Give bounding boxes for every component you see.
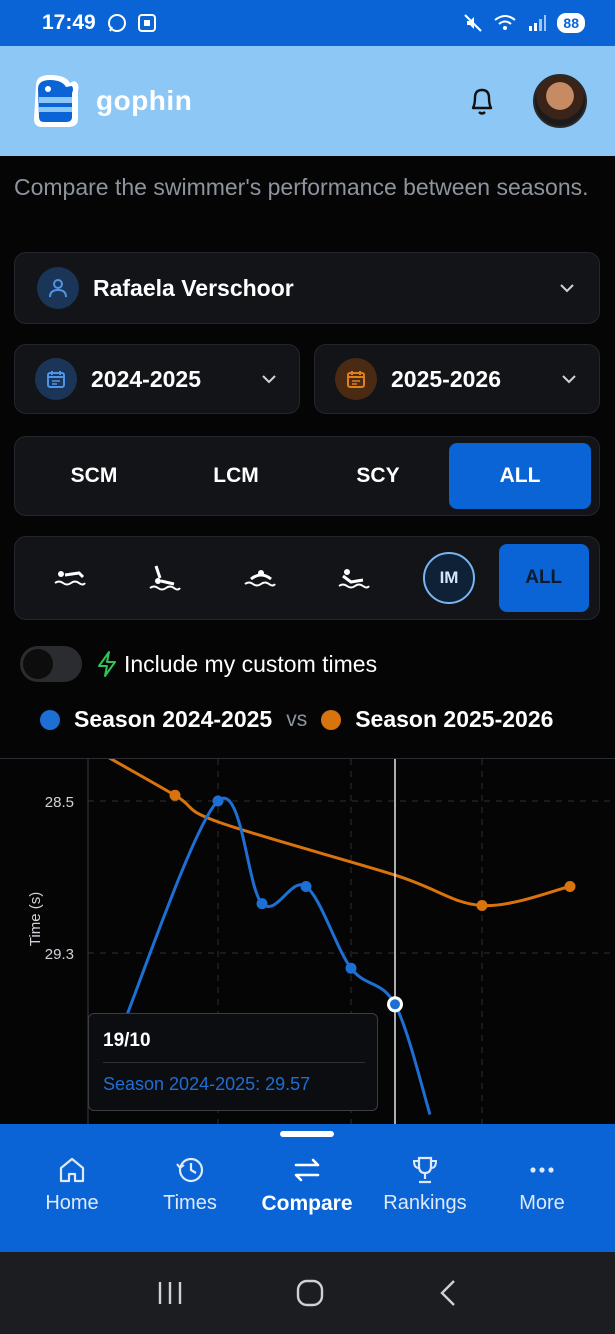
freestyle-filter[interactable] [23,545,118,611]
nav-compare[interactable]: Compare [252,1154,362,1216]
legend-season-b: Season 2025-2026 [355,706,554,732]
stroke-filter: IM ALL [14,536,600,620]
data-point-season-b [564,881,576,892]
y-tick-label: 28.5 [45,794,74,811]
butterfly-icon [338,569,371,589]
custom-times-label: Include my custom times [124,650,378,677]
nav-rankings[interactable]: Rankings [370,1154,480,1215]
chevron-down-icon [562,375,576,384]
im-filter[interactable]: IM [402,545,497,611]
screenshot-icon [137,14,156,32]
legend-dot-season-a [40,709,60,730]
battery-level: 88 [557,13,585,33]
course-tab-lcm[interactable]: LCM [165,443,307,509]
season-a-select[interactable]: 2024-2025 [14,344,300,414]
mute-icon [464,14,483,32]
season-a-label: 2024-2025 [91,365,201,392]
tooltip-value: Season 2024-2025: 29.57 [103,1074,311,1094]
trophy-icon [412,1156,438,1184]
data-point-season-a [256,898,268,910]
course-tab-scm[interactable]: SCM [23,443,165,509]
course-tab-all[interactable]: ALL [449,443,591,509]
data-point-season-a [212,795,224,807]
avatar[interactable] [533,74,587,128]
nav-rankings-label: Rankings [383,1192,467,1214]
backstroke-filter[interactable] [118,545,213,611]
more-icon [530,1167,554,1173]
swimmer-select[interactable]: Rafaela Verschoor [14,252,600,324]
all-strokes-filter[interactable]: ALL [496,544,591,612]
chart-tooltip: 19/10 Season 2024-2025: 29.57 [88,1013,378,1111]
home-icon [59,1157,85,1183]
butterfly-filter[interactable] [307,545,402,611]
breaststroke-filter[interactable] [212,545,307,611]
status-time: 17:49 [42,11,96,34]
signal-icon [529,15,547,31]
nav-home[interactable]: Home [17,1154,127,1215]
brand-name: gophin [96,85,193,116]
nav-compare-label: Compare [261,1192,353,1215]
legend-dot-season-b [321,709,342,730]
calendar-icon [35,358,77,400]
system-nav-bar [0,1252,615,1334]
nav-more-label: More [519,1192,565,1214]
wifi-icon [494,15,517,30]
backstroke-icon [149,565,181,591]
legend-season-a: Season 2024-2025 [74,706,273,732]
season-comparison-chart[interactable]: 28.5 29.3 Time (s) 19/10 Season 2024-2025:… [0,740,615,1124]
compare-content: Compare the swimmer's performance betwee… [0,156,615,1124]
back-icon[interactable] [436,1278,460,1308]
calendar-icon [335,358,377,400]
active-data-point [390,999,400,1010]
app-header: gophin [0,46,615,156]
swimmer-name: Rafaela Verschoor [93,274,294,301]
breaststroke-icon [244,570,276,587]
season-b-select[interactable]: 2025-2026 [314,344,600,414]
page-subtitle: Compare the swimmer's performance betwee… [14,174,589,200]
custom-times-toggle[interactable] [20,646,82,682]
nav-more[interactable]: More [487,1154,597,1215]
course-tab-scy[interactable]: SCY [307,443,449,509]
home-button-icon[interactable] [295,1278,325,1308]
tooltip-date: 19/10 [103,1030,151,1051]
custom-times-toggle-row: Include my custom times [20,646,377,682]
data-point-season-a [300,881,312,892]
course-filter: SCM LCM SCY ALL [14,436,600,516]
history-icon [176,1157,204,1183]
freestyle-icon [54,571,87,586]
swap-icon [294,1158,320,1182]
y-tick-label: 29.3 [45,946,74,963]
whatsapp-icon [107,14,126,32]
recent-apps-icon[interactable] [155,1279,185,1307]
data-point-season-a [345,962,357,974]
status-bar: 17:49 88 [0,0,615,46]
chart-legend: Season 2024-2025 vs Season 2025-2026 [40,706,553,733]
data-point-season-b [476,900,488,911]
bell-icon[interactable] [467,85,497,117]
im-filter-label: IM [423,552,476,604]
user-icon [37,267,79,309]
nav-times-label: Times [163,1192,217,1214]
gophin-logo-icon[interactable] [28,71,84,131]
chevron-down-icon [262,375,276,384]
sheet-handle[interactable] [280,1131,334,1137]
nav-times[interactable]: Times [135,1154,245,1215]
lightning-icon [98,651,116,677]
series-line-season-b [87,744,571,908]
y-axis-label: Time (s) [27,892,44,946]
legend-vs: vs [286,707,308,731]
all-strokes-label: ALL [498,544,589,612]
data-point-season-b [169,789,181,801]
bottom-nav: Home Times Compare Rankings More [0,1124,615,1252]
season-b-label: 2025-2026 [391,365,501,392]
chevron-down-icon [560,284,574,293]
nav-home-label: Home [45,1192,99,1214]
